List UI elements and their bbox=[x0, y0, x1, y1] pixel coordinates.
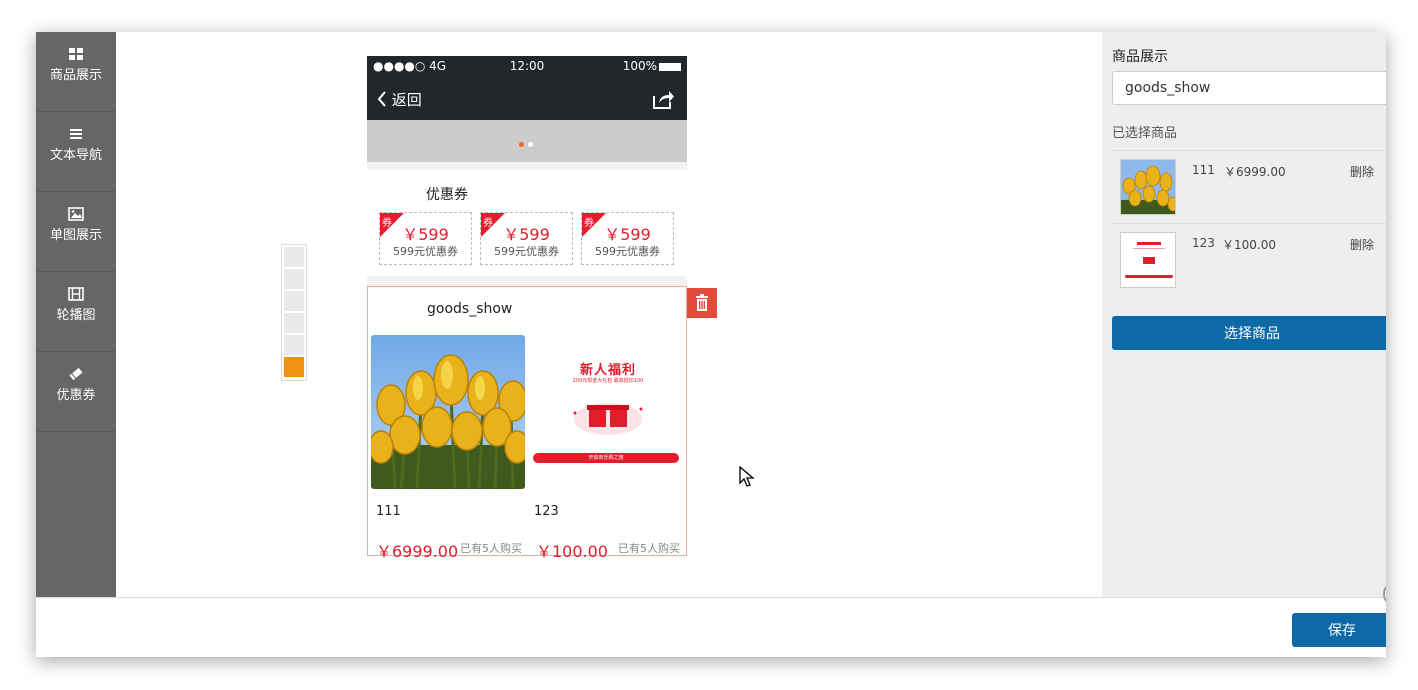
coupon-section-title: 优惠券 bbox=[426, 187, 468, 203]
menu-lines-icon bbox=[70, 129, 82, 139]
grid-icon bbox=[69, 48, 83, 60]
component-sidebar: 商品展示 文本导航 单图展示 轮播图 优惠券 bbox=[36, 32, 116, 597]
section-scroll-indicator[interactable] bbox=[281, 244, 307, 381]
chevron-left-icon bbox=[377, 91, 386, 107]
carousel-banner[interactable] bbox=[367, 120, 687, 162]
gift-icon bbox=[573, 403, 643, 435]
ticket-icon bbox=[69, 367, 83, 381]
back-button[interactable]: 返回 bbox=[377, 89, 422, 110]
coupon-amount: ￥599 bbox=[402, 225, 449, 244]
promo-thumbnail bbox=[1121, 233, 1175, 287]
scroll-cell-active[interactable] bbox=[284, 357, 304, 377]
editor-window: 商品展示 文本导航 单图展示 轮播图 优惠券 ●●●●○ 4G 12:00 10… bbox=[36, 32, 1386, 657]
goods-thumbnail bbox=[1120, 232, 1176, 288]
coupon-desc: 599元优惠券 bbox=[595, 245, 660, 258]
goods-section-title: goods_show bbox=[427, 301, 513, 317]
product-image-promo[interactable]: 新人福利 200元现金大礼包 最高抵扣100 开启商乐购之旅 bbox=[531, 335, 685, 489]
goods-thumbnail bbox=[1120, 159, 1176, 215]
share-icon bbox=[653, 91, 674, 109]
coupon-amount: ￥599 bbox=[604, 225, 651, 244]
scroll-cell[interactable] bbox=[284, 335, 304, 355]
sidebar-item-single-image[interactable]: 单图展示 bbox=[36, 192, 116, 272]
selected-goods-row: 123 ￥100.00 删除 bbox=[1112, 223, 1386, 296]
phone-status-bar: ●●●●○ 4G 12:00 100% bbox=[367, 56, 687, 78]
battery-icon bbox=[659, 62, 681, 71]
coupon-list: 券 ￥599 599元优惠券 券 ￥599 599元优惠券 券 ￥599 599… bbox=[367, 212, 687, 268]
carousel-dot[interactable] bbox=[528, 142, 533, 147]
mouse-cursor-icon bbox=[739, 466, 755, 487]
phone-nav-bar: 返回 bbox=[367, 78, 687, 120]
settings-panel: 商品展示 已选择商品 111 ￥6999.00 删除 bbox=[1102, 32, 1386, 597]
coupon-card[interactable]: 券 ￥599 599元优惠券 bbox=[480, 212, 573, 265]
sidebar-item-label: 单图展示 bbox=[49, 228, 102, 243]
goods-price: ￥6999.00 bbox=[1224, 165, 1286, 179]
sidebar-item-label: 文本导航 bbox=[49, 148, 102, 163]
sidebar-item-text-nav[interactable]: 文本导航 bbox=[36, 112, 116, 192]
scroll-cell[interactable] bbox=[284, 313, 304, 333]
image-icon bbox=[68, 207, 84, 221]
scroll-cell[interactable] bbox=[284, 291, 304, 311]
goods-name: 111 bbox=[1192, 163, 1215, 177]
footer-bar: 保存 bbox=[36, 597, 1386, 657]
coupon-desc: 599元优惠券 bbox=[494, 245, 559, 258]
sidebar-item-carousel[interactable]: 轮播图 bbox=[36, 272, 116, 352]
product-name: 111 bbox=[376, 504, 401, 519]
tulip-photo bbox=[371, 335, 525, 489]
product-sold-count: 已有5人购买 bbox=[618, 542, 680, 555]
promo-button: 开启商乐购之旅 bbox=[533, 453, 679, 463]
sidebar-item-coupon[interactable]: 优惠券 bbox=[36, 352, 116, 432]
tulip-thumbnail bbox=[1121, 160, 1175, 214]
save-button[interactable]: 保存 bbox=[1292, 613, 1386, 647]
delete-goods-link[interactable]: 删除 bbox=[1350, 236, 1374, 253]
goods-show-section[interactable]: goods_show 新人福利 200元现金大礼包 最高抵扣100 开启商乐购之… bbox=[367, 286, 687, 561]
share-button[interactable] bbox=[651, 88, 675, 114]
delete-goods-link[interactable]: 删除 bbox=[1350, 163, 1374, 180]
choose-goods-button[interactable]: 选择商品 bbox=[1112, 316, 1386, 350]
carousel-dot-active[interactable] bbox=[519, 142, 524, 147]
sidebar-item-label: 轮播图 bbox=[56, 308, 96, 323]
selected-goods-label: 已选择商品 bbox=[1112, 126, 1178, 141]
goods-name: 123 bbox=[1192, 236, 1215, 250]
scroll-cell[interactable] bbox=[284, 269, 304, 289]
product-sold-count: 已有5人购买 bbox=[460, 542, 522, 555]
promo-title: 新人福利 bbox=[579, 363, 636, 378]
panel-title: 商品展示 bbox=[1112, 49, 1168, 65]
battery-status: 100% bbox=[623, 59, 681, 73]
phone-preview: ●●●●○ 4G 12:00 100% 返回 优惠券 券 ￥599 599元优惠… bbox=[367, 56, 687, 561]
section-title-input[interactable] bbox=[1112, 71, 1386, 105]
sidebar-item-label: 优惠券 bbox=[56, 388, 96, 403]
selected-goods-row: 111 ￥6999.00 删除 bbox=[1112, 150, 1386, 223]
film-icon bbox=[68, 287, 84, 301]
sidebar-item-goods-show[interactable]: 商品展示 bbox=[36, 32, 116, 112]
section-divider bbox=[367, 276, 687, 286]
coupon-card[interactable]: 券 ￥599 599元优惠券 bbox=[379, 212, 472, 265]
scroll-cell[interactable] bbox=[284, 247, 304, 267]
coupon-card[interactable]: 券 ￥599 599元优惠券 bbox=[581, 212, 674, 265]
delete-section-button[interactable] bbox=[687, 288, 717, 318]
section-divider bbox=[367, 162, 687, 170]
coupon-amount: ￥599 bbox=[503, 225, 550, 244]
sidebar-item-label: 商品展示 bbox=[49, 68, 102, 83]
coupon-desc: 599元优惠券 bbox=[393, 245, 458, 258]
product-price: ￥6999.00 bbox=[376, 542, 459, 561]
product-price: ￥100.00 bbox=[536, 542, 608, 561]
back-label: 返回 bbox=[391, 91, 422, 109]
promo-subtitle: 200元现金大礼包 最高抵扣100 bbox=[572, 378, 644, 384]
goods-price: ￥100.00 bbox=[1222, 238, 1276, 252]
product-image-tulips[interactable] bbox=[371, 335, 525, 489]
trash-icon bbox=[696, 294, 708, 311]
product-name: 123 bbox=[534, 504, 559, 519]
